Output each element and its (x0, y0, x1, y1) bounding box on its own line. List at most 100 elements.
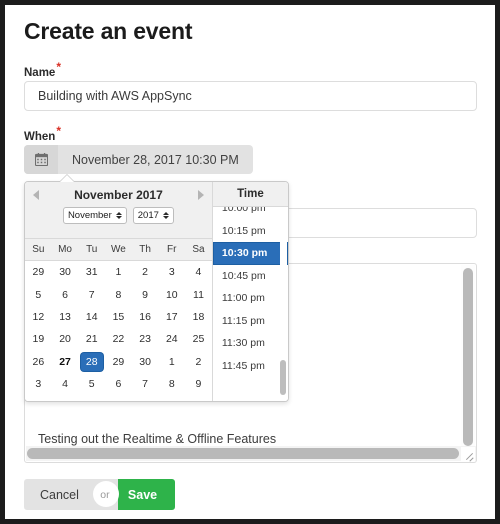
time-option-11-00-pm[interactable]: 11:00 pm (213, 287, 288, 310)
year-spinner-icon (162, 211, 169, 220)
datepicker-caret (60, 175, 74, 182)
calendar-title: November 2017 (74, 188, 163, 202)
calendar-day-29[interactable]: 29 (25, 264, 52, 280)
calendar-day-28-selected[interactable]: 28 (78, 352, 105, 371)
name-label: Name* (24, 61, 61, 79)
or-label: or (100, 488, 110, 501)
calendar-day-label: 26 (32, 355, 45, 368)
calendar-day-6[interactable]: 6 (105, 376, 132, 392)
calendar-weekday-tu: Tu (86, 244, 98, 255)
calendar-day-9[interactable]: 9 (132, 287, 159, 303)
calendar-day-27[interactable]: 27 (52, 354, 79, 370)
calendar-day-22[interactable]: 22 (105, 331, 132, 347)
form-actions: Cancel or Save (24, 479, 176, 510)
time-list[interactable]: 10:00 pm 10:15 pm 10:30 pm 10:45 pm 11:00 pm… (212, 207, 288, 401)
chevron-right-icon[interactable] (197, 190, 204, 200)
calendar-day-4[interactable]: 4 (185, 264, 212, 280)
calendar-day-8[interactable]: 8 (105, 287, 132, 303)
description-vertical-scrollbar[interactable] (461, 265, 475, 448)
year-select[interactable]: 2017 (132, 207, 174, 224)
time-option-10-30-pm[interactable]: 10:30 pm (212, 242, 288, 265)
calendar-day-12[interactable]: 12 (25, 309, 52, 325)
save-button[interactable]: Save (117, 479, 176, 510)
time-option-10-15-pm[interactable]: 10:15 pm (213, 220, 288, 243)
calendar-day-13[interactable]: 13 (52, 309, 79, 325)
description-horizontal-scroll-thumb[interactable] (27, 448, 459, 459)
calendar-day-30[interactable]: 30 (52, 264, 79, 280)
calendar-weekday-fr: Fr (167, 244, 177, 255)
calendar-day-24[interactable]: 24 (158, 331, 185, 347)
calendar-day-label: 30 (59, 266, 71, 279)
calendar-day-11[interactable]: 11 (185, 287, 212, 303)
time-option-11-45-pm[interactable]: 11:45 pm (213, 355, 288, 378)
calendar-day-17[interactable]: 17 (158, 309, 185, 325)
calendar-day-10[interactable]: 10 (158, 287, 185, 303)
time-list-scroll-thumb[interactable] (280, 360, 286, 395)
calendar-day-5[interactable]: 5 (78, 376, 105, 392)
month-select[interactable]: November (62, 207, 127, 224)
calendar-day-15[interactable]: 15 (105, 309, 132, 325)
calendar-week-row: 26 27 28 29 30 1 2 (25, 351, 212, 373)
calendar-day-label: 4 (62, 378, 68, 391)
description-horizontal-scrollbar[interactable] (26, 446, 476, 461)
calendar-day-label: 12 (32, 310, 45, 323)
calendar-day-2[interactable]: 2 (185, 354, 212, 370)
calendar-day-label: 24 (165, 333, 178, 346)
calendar-day-label: 20 (59, 333, 71, 346)
cancel-button[interactable]: Cancel (24, 479, 92, 510)
textarea-resize-handle[interactable] (461, 447, 475, 461)
calendar-day-label: 15 (112, 310, 125, 323)
calendar-day-1[interactable]: 1 (158, 354, 185, 370)
screenshot-frame: Create an event Name* Building with AWS … (0, 0, 500, 524)
calendar-weekday-mo: Mo (58, 244, 72, 255)
calendar-day-5[interactable]: 5 (25, 287, 52, 303)
datetime-picker-popup: November 2017 November 2017 Su Mo Tu We … (24, 181, 289, 402)
calendar-day-1[interactable]: 1 (105, 264, 132, 280)
calendar-day-21[interactable]: 21 (78, 331, 105, 347)
calendar-day-9[interactable]: 9 (185, 376, 212, 392)
calendar-day-3[interactable]: 3 (158, 264, 185, 280)
calendar-day-2[interactable]: 2 (132, 264, 159, 280)
calendar-day-label: 27 (59, 355, 71, 368)
calendar-day-label: 7 (88, 288, 95, 301)
calendar-day-7[interactable]: 7 (132, 376, 159, 392)
time-option-11-15-pm[interactable]: 11:15 pm (213, 310, 288, 333)
calendar-day-16[interactable]: 16 (132, 309, 159, 325)
calendar-day-label: 4 (195, 266, 202, 279)
calendar-day-29[interactable]: 29 (105, 354, 132, 370)
calendar-day-26[interactable]: 26 (25, 354, 52, 370)
time-list-scrollbar[interactable] (280, 208, 287, 399)
time-option-11-30-pm[interactable]: 11:30 pm (213, 332, 288, 355)
calendar-day-4[interactable]: 4 (52, 376, 79, 392)
calendar-day-label: 1 (168, 355, 175, 368)
calendar-day-label: 9 (142, 288, 149, 301)
name-input[interactable]: Building with AWS AppSync (24, 81, 477, 111)
calendar-day-23[interactable]: 23 (132, 331, 159, 347)
time-pane: Time 10:00 pm 10:15 pm 10:30 pm 10:45 pm 11:… (211, 182, 288, 401)
calendar-day-19[interactable]: 19 (25, 331, 52, 347)
calendar-day-label: 5 (88, 378, 95, 391)
calendar-day-20[interactable]: 20 (52, 331, 79, 347)
calendar-day-14[interactable]: 14 (78, 309, 105, 325)
time-header: Time (212, 182, 288, 207)
calendar-week-row: 5 6 7 8 9 10 11 (25, 283, 212, 305)
calendar-day-3[interactable]: 3 (25, 376, 52, 392)
when-datetime-trigger[interactable]: November 28, 2017 10:30 PM (24, 145, 253, 174)
description-vertical-scroll-thumb[interactable] (463, 268, 473, 446)
calendar-day-7[interactable]: 7 (78, 287, 105, 303)
calendar-day-label: 17 (165, 310, 178, 323)
calendar-day-label: 14 (85, 310, 98, 323)
calendar-day-8[interactable]: 8 (158, 376, 185, 392)
calendar-day-label: 11 (193, 288, 204, 301)
calendar-day-25[interactable]: 25 (185, 331, 212, 347)
calendar-day-label: 18 (192, 310, 205, 323)
calendar-day-31[interactable]: 31 (78, 264, 105, 280)
calendar-day-30[interactable]: 30 (132, 354, 159, 370)
when-label: When* (24, 125, 61, 143)
calendar-day-18[interactable]: 18 (185, 309, 212, 325)
calendar-day-6[interactable]: 6 (52, 287, 79, 303)
time-option-10-45-pm[interactable]: 10:45 pm (213, 265, 288, 288)
calendar-week-row: 3 4 5 6 7 8 9 (25, 373, 212, 395)
time-option-10-00-pm[interactable]: 10:00 pm (213, 207, 288, 220)
calendar-weekday-su: Su (32, 244, 45, 255)
